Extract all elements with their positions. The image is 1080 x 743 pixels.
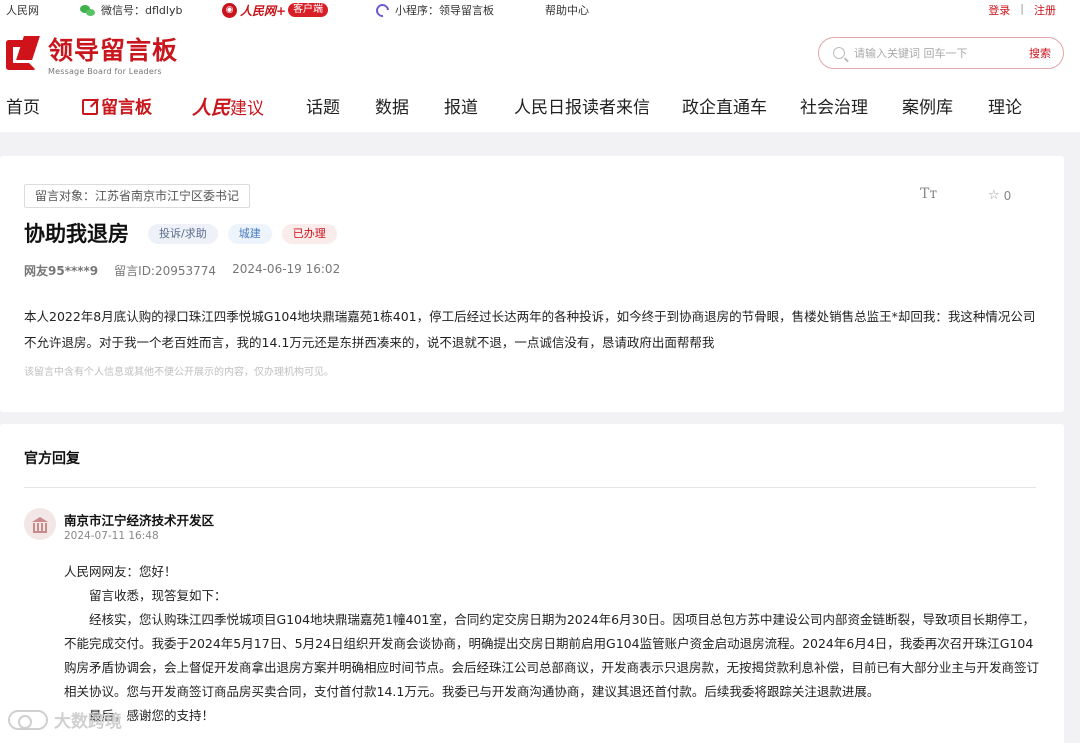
official-reply-card: 官方回复 南京市江宁经济技术开发区 2024-07-11 16:48 人民网网友… xyxy=(0,424,1064,743)
wechat-icon xyxy=(80,4,95,16)
mini-program-icon xyxy=(373,0,392,20)
search-box: 搜索 xyxy=(818,37,1064,69)
logo-icon xyxy=(6,36,42,72)
wechat-account: 微信号：dfldlyb xyxy=(80,2,182,18)
government-building-icon xyxy=(24,508,56,540)
message-date: 2024-06-19 16:02 xyxy=(232,262,341,276)
help-center-link[interactable]: 帮助中心 xyxy=(545,2,589,18)
register-link[interactable]: 注册 xyxy=(1034,2,1056,18)
site-logo[interactable]: 领导留言板 Message Board for Leaders xyxy=(6,36,178,76)
reply-body: 人民网网友：您好！ 留言收悉，现答复如下： 经核实，您认购珠江四季悦城项目G10… xyxy=(64,560,1040,728)
app-pill: 客户端 xyxy=(288,3,329,17)
search-button[interactable]: 搜索 xyxy=(1029,45,1051,61)
reply-date: 2024-07-11 16:48 xyxy=(64,530,159,542)
message-title: 协助我退房 xyxy=(24,222,129,246)
separator: | xyxy=(1020,2,1024,15)
mini-program[interactable]: 小程序：领导留言板 xyxy=(373,0,494,20)
nav-data[interactable]: 数据 xyxy=(375,95,409,121)
app-badge[interactable]: ◉ 人民网+ 客户端 xyxy=(222,2,329,18)
nav-message-board[interactable]: 留言板 xyxy=(82,95,152,121)
watermark-text: 大数跨境 xyxy=(54,712,122,732)
favorite-count: 0 xyxy=(1003,188,1012,203)
nav-topics[interactable]: 话题 xyxy=(306,95,340,121)
message-id: 留言ID:20953774 xyxy=(114,264,217,278)
reply-org-name: 南京市江宁经济技术开发区 xyxy=(64,513,215,528)
search-input[interactable] xyxy=(854,46,1029,60)
account-links: 登录 | 注册 xyxy=(988,2,1056,18)
reply-greeting: 人民网网友：您好！ xyxy=(64,564,177,579)
logo-title: 领导留言板 xyxy=(48,36,179,65)
site-label[interactable]: 人民网 xyxy=(6,2,39,18)
divider xyxy=(24,487,1036,488)
nav-people-suggestion[interactable]: 人民建议 xyxy=(192,95,264,122)
watermark-logo-icon xyxy=(8,709,48,730)
nav-enterprise-express[interactable]: 政企直通车 xyxy=(682,95,767,121)
status-badge: 已办理 xyxy=(281,224,337,244)
nav-message-board-label: 留言板 xyxy=(101,98,152,118)
message-target: 留言对象：江苏省南京市江宁区委书记 xyxy=(24,184,251,208)
tag-complaint[interactable]: 投诉/求助 xyxy=(148,224,218,244)
watermark: 大数跨境 xyxy=(8,707,122,732)
help-label[interactable]: 帮助中心 xyxy=(545,2,589,18)
reply-paragraph-3: 最后，感谢您的支持！ xyxy=(89,708,215,723)
app-brand: 人民网+ xyxy=(240,3,287,18)
message-author: 网友95****9 xyxy=(24,264,99,278)
message-tags: 投诉/求助 城建 已办理 xyxy=(148,224,337,244)
logo-subtitle: Message Board for Leaders xyxy=(48,67,162,76)
people-app-icon: ◉ xyxy=(222,2,237,18)
nav-home[interactable]: 首页 xyxy=(6,95,40,121)
nav-theory[interactable]: 理论 xyxy=(988,95,1022,121)
nav-reports[interactable]: 报道 xyxy=(444,95,478,121)
site-link[interactable]: 人民网 xyxy=(6,2,39,18)
site-header: 领导留言板 Message Board for Leaders 搜索 首页 留言… xyxy=(0,20,1080,132)
privacy-note: 该留言中含有个人信息或其他不便公开展示的内容，仅办理机构可见。 xyxy=(24,367,334,378)
pen-icon xyxy=(82,99,98,115)
nav-suggestion-label: 建议 xyxy=(230,99,265,119)
nav-readers-letters[interactable]: 人民日报读者来信 xyxy=(514,95,650,121)
star-icon: ☆ xyxy=(988,188,1000,203)
app-client-link[interactable]: ◉ 人民网+ 客户端 xyxy=(222,2,329,18)
main-nav: 首页 留言板 人民建议 话题 数据 报道 人民日报读者来信 政企直通车 社会治理… xyxy=(0,95,1080,121)
nav-people-brand: 人民 xyxy=(192,97,231,119)
tag-urban-construction[interactable]: 城建 xyxy=(227,224,272,244)
nav-case-library[interactable]: 案例库 xyxy=(902,95,953,121)
wechat-label: 微信号：dfldlyb xyxy=(101,4,183,17)
font-size-toggle[interactable]: Tт xyxy=(920,186,937,202)
nav-social-governance[interactable]: 社会治理 xyxy=(800,95,868,121)
favorite-button[interactable]: ☆ 0 xyxy=(988,188,1011,203)
reply-paragraph-1: 留言收悉，现答复如下： xyxy=(89,588,227,603)
mini-program-label: 小程序：领导留言板 xyxy=(395,4,494,17)
top-utility-bar: 人民网 微信号：dfldlyb ◉ 人民网+ 客户端 小程序：领导留言板 帮助中… xyxy=(0,0,1080,20)
search-icon xyxy=(833,47,845,59)
message-meta: 网友95****9 留言ID:20953774 2024-06-19 16:02 xyxy=(24,262,340,279)
logo-text: 领导留言板 Message Board for Leaders xyxy=(48,36,178,76)
message-body: 本人2022年8月底认购的禄口珠江四季悦城G104地块鼎瑞嘉苑1栋401，停工后… xyxy=(24,309,1036,350)
login-link[interactable]: 登录 xyxy=(988,2,1010,18)
message-card: 留言对象：江苏省南京市江宁区委书记 Tт ☆ 0 协助我退房 投诉/求助 城建 … xyxy=(0,156,1064,412)
reply-heading: 官方回复 xyxy=(24,451,80,467)
reply-paragraph-2: 经核实，您认购珠江四季悦城项目G104地块鼎瑞嘉苑1幢401室，合同约定交房日期… xyxy=(64,612,1040,699)
